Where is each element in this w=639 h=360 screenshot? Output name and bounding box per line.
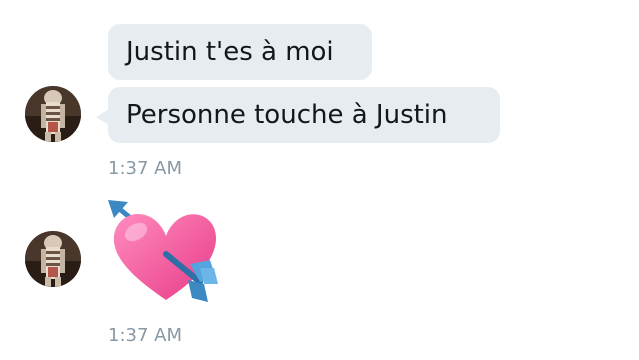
heart-with-arrow-icon[interactable] bbox=[104, 198, 226, 310]
message-bubble[interactable]: Justin t'es à moi bbox=[108, 24, 372, 80]
message-bubble[interactable]: Personne touche à Justin bbox=[108, 87, 500, 143]
avatar-image bbox=[25, 231, 81, 287]
message-text: Personne touche à Justin bbox=[126, 100, 448, 130]
message-timestamp: 1:37 AM bbox=[108, 158, 182, 179]
message-timestamp: 1:37 AM bbox=[108, 325, 182, 346]
avatar-image bbox=[25, 86, 81, 142]
sender-avatar[interactable] bbox=[25, 231, 81, 287]
emoji-graphic bbox=[108, 200, 218, 302]
message-text: Justin t'es à moi bbox=[126, 37, 334, 67]
sender-avatar[interactable] bbox=[25, 86, 81, 142]
